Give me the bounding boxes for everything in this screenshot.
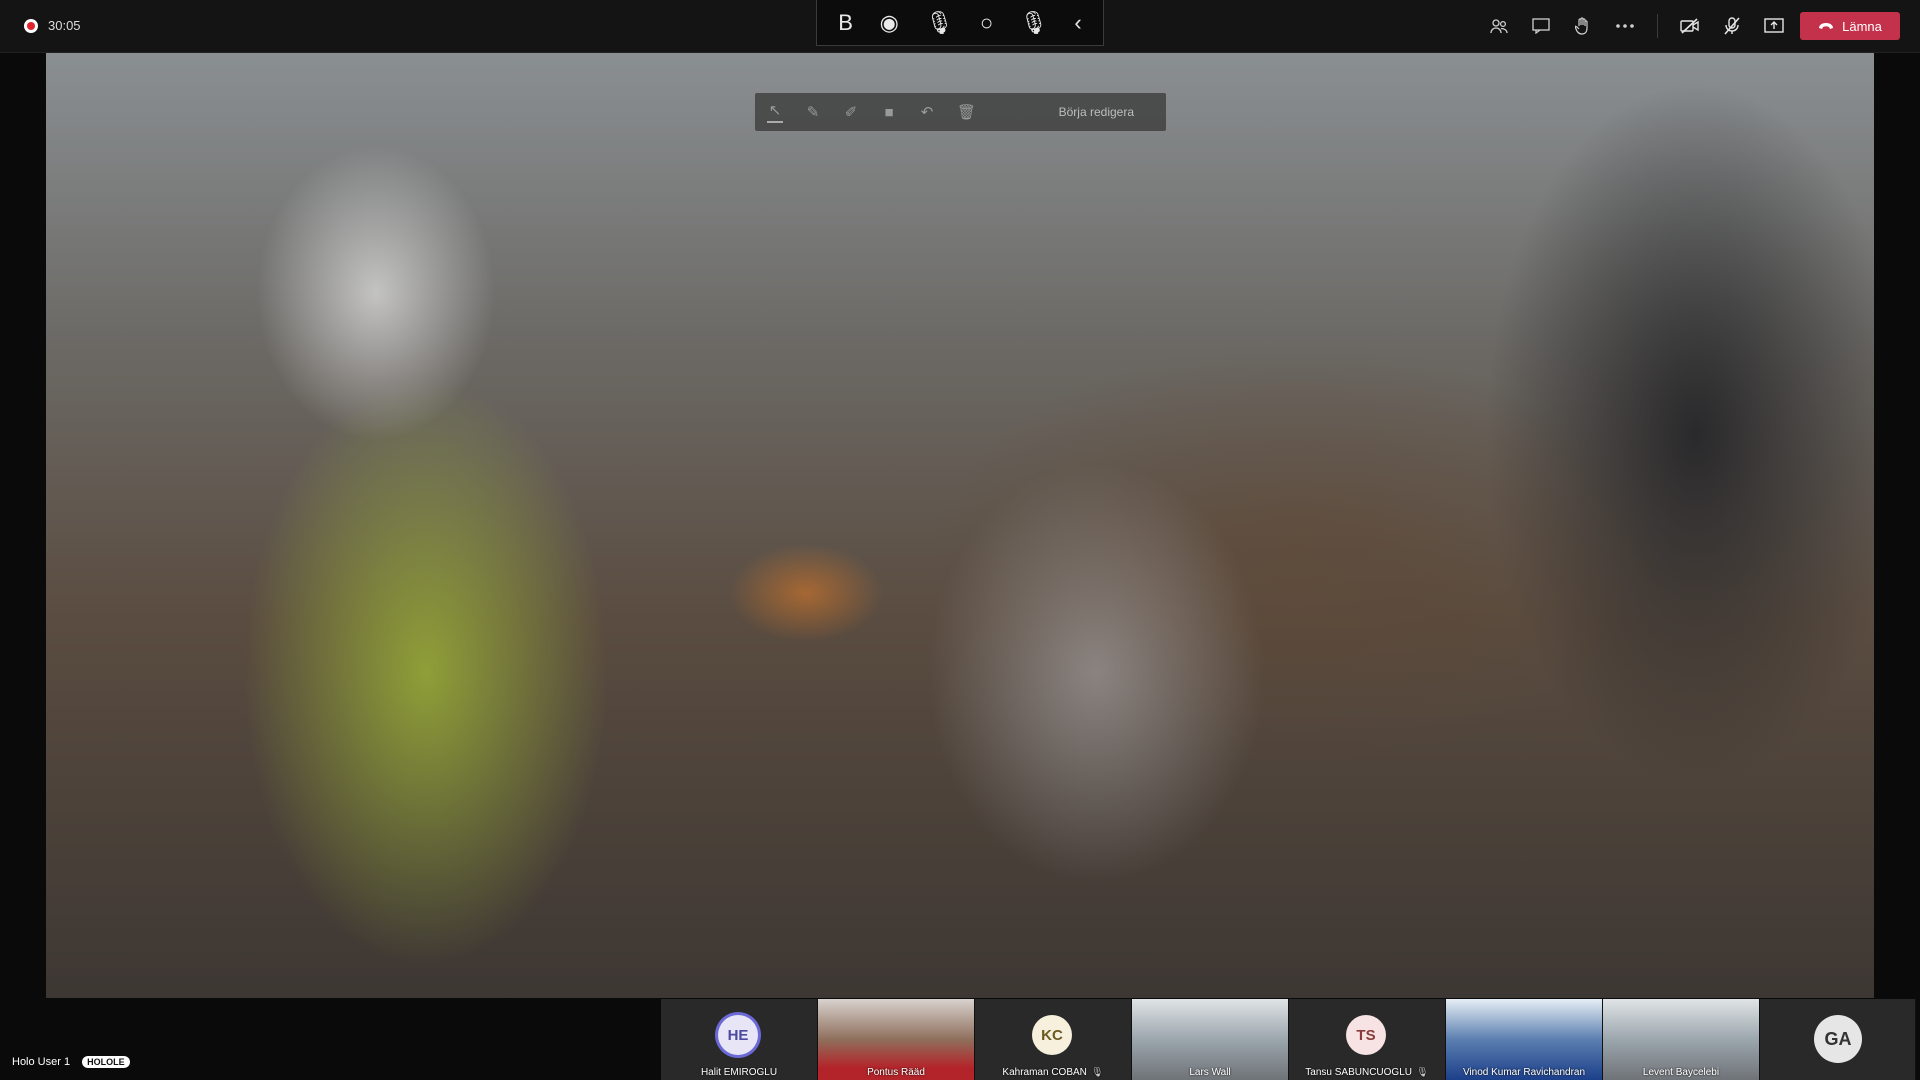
participant-name: Kahraman COBAN bbox=[1002, 1067, 1087, 1078]
record-dot-icon bbox=[24, 18, 38, 33]
self-badge: HOLOLE bbox=[82, 1056, 130, 1068]
circle-icon[interactable]: ○ bbox=[980, 11, 993, 34]
shared-video-feed bbox=[46, 53, 1874, 998]
participant-name: Levent Baycelebi bbox=[1642, 1067, 1720, 1078]
self-name: Holo User 1 bbox=[12, 1056, 71, 1068]
participant-tile[interactable]: TS Tansu SABUNCUOGLU 🎙 bbox=[1289, 999, 1446, 1080]
pen-icon[interactable]: ✎ bbox=[805, 103, 821, 121]
controls-divider bbox=[1657, 14, 1658, 38]
meeting-controls: Lämna bbox=[1483, 10, 1900, 42]
participant-name-row: Tansu SABUNCUOGLU 🎙 bbox=[1289, 1067, 1445, 1078]
ink-select-icon[interactable]: B bbox=[838, 11, 853, 34]
leave-button-label: Lämna bbox=[1842, 18, 1882, 34]
share-screen-icon[interactable] bbox=[1758, 10, 1790, 42]
avatar: KC bbox=[1032, 1015, 1072, 1055]
mic-active-icon[interactable]: 🎙 bbox=[1020, 11, 1048, 34]
participant-tile[interactable]: GA bbox=[1760, 999, 1916, 1080]
mic-muted-icon: 🎙 bbox=[1416, 1067, 1429, 1078]
start-edit-button[interactable]: Börja redigera bbox=[1059, 105, 1134, 119]
shape-icon[interactable]: ■ bbox=[881, 104, 897, 121]
undo-icon[interactable]: ↶ bbox=[919, 103, 935, 121]
recording-indicator: 30:05 bbox=[24, 18, 81, 33]
mic-off-icon[interactable] bbox=[1716, 10, 1748, 42]
mic-muted-icon: 🎙 bbox=[1090, 1067, 1104, 1078]
participant-tile[interactable]: HE Halit EMIROGLU bbox=[661, 999, 818, 1080]
participant-name: Lars Wall bbox=[1189, 1067, 1231, 1078]
cursor-icon[interactable]: ↖ bbox=[767, 101, 783, 123]
people-icon[interactable] bbox=[1483, 10, 1515, 42]
participants-strip: HE Halit EMIROGLU Pontus Rääd KC Kahrama… bbox=[661, 999, 1920, 1080]
participant-name: Pontus Rääd bbox=[867, 1067, 925, 1078]
phone-hangup-icon bbox=[1819, 23, 1834, 29]
self-view-label: Holo User 1 HOLOLE bbox=[12, 1056, 130, 1068]
participant-tile[interactable]: Pontus Rääd bbox=[818, 999, 975, 1080]
participant-name: Halit EMIROGLU bbox=[700, 1067, 778, 1078]
participant-tile[interactable]: Levent Baycelebi bbox=[1603, 999, 1760, 1080]
raise-hand-icon[interactable] bbox=[1567, 10, 1599, 42]
record-icon[interactable]: ◉ bbox=[880, 11, 899, 34]
camera-off-icon[interactable] bbox=[1674, 10, 1706, 42]
meeting-top-bar: 30:05 B ◉ 🎙 ○ 🎙 ‹ Lämna bbox=[0, 0, 1920, 53]
participant-name: Vinod Kumar Ravichandran bbox=[1462, 1067, 1586, 1078]
chat-icon[interactable] bbox=[1525, 10, 1557, 42]
participant-tile[interactable]: Vinod Kumar Ravichandran bbox=[1446, 999, 1603, 1080]
leave-button[interactable]: Lämna bbox=[1800, 12, 1900, 40]
collapse-icon[interactable]: ‹ bbox=[1074, 11, 1081, 34]
participant-name-row: Kahraman COBAN 🎙 bbox=[975, 1067, 1131, 1078]
participant-name: Tansu SABUNCUOGLU bbox=[1305, 1067, 1412, 1078]
delete-icon[interactable]: 🗑 bbox=[957, 103, 976, 121]
microphone-icon[interactable]: 🎙 bbox=[925, 11, 953, 34]
avatar: GA bbox=[1814, 1015, 1862, 1063]
more-options-icon[interactable] bbox=[1609, 10, 1641, 42]
participant-tile[interactable]: KC Kahraman COBAN 🎙 bbox=[975, 999, 1132, 1080]
highlighter-icon[interactable]: ✐ bbox=[843, 103, 859, 121]
avatar: HE bbox=[718, 1015, 758, 1055]
participant-tile[interactable]: Lars Wall bbox=[1132, 999, 1289, 1080]
annotation-toolbar: ↖ ✎ ✐ ■ ↶ 🗑 Börja redigera bbox=[755, 93, 1166, 131]
recording-timer: 30:05 bbox=[48, 18, 81, 33]
avatar: TS bbox=[1346, 1015, 1386, 1055]
ink-toolbar: B ◉ 🎙 ○ 🎙 ‹ bbox=[816, 0, 1104, 46]
